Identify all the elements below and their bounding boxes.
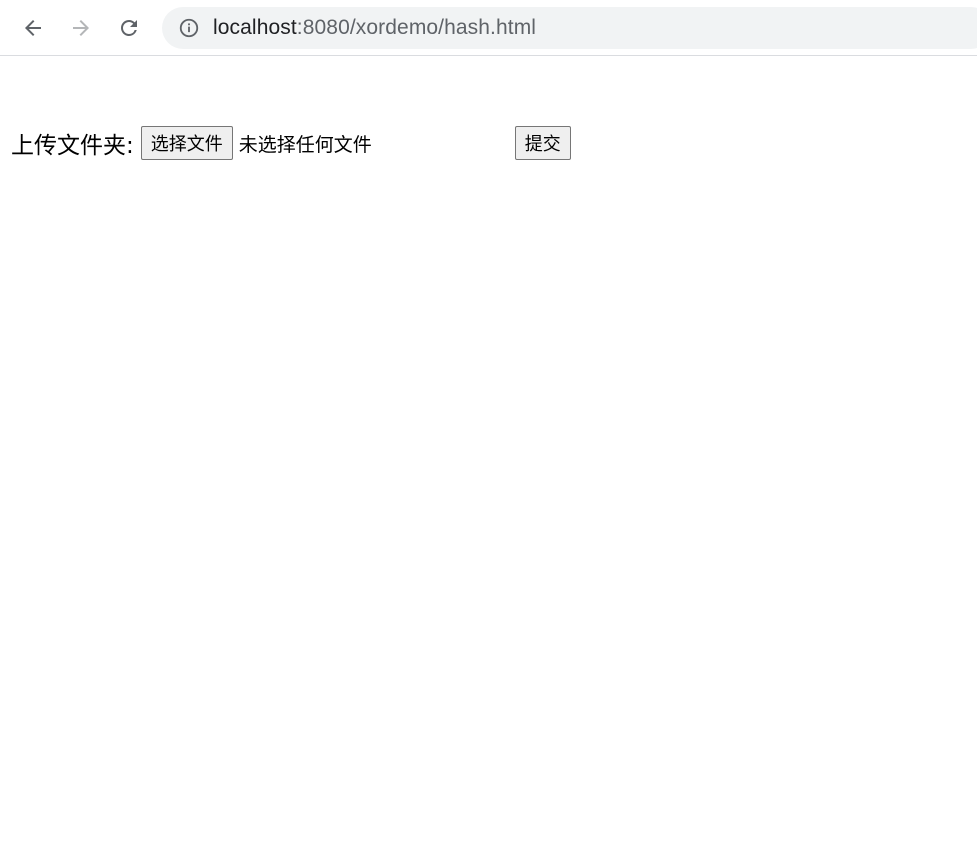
browser-toolbar: localhost:8080/xordemo/hash.html <box>0 0 977 56</box>
url-path: :8080/xordemo/hash.html <box>296 16 537 39</box>
arrow-left-icon <box>21 16 45 40</box>
file-status-text: 未选择任何文件 <box>238 133 372 156</box>
reload-button[interactable] <box>113 12 145 44</box>
address-bar[interactable]: localhost:8080/xordemo/hash.html <box>162 7 977 49</box>
choose-file-button[interactable]: 选择文件 <box>140 126 233 160</box>
info-icon[interactable] <box>177 16 201 40</box>
back-button[interactable] <box>17 12 49 44</box>
upload-form: 上传文件夹: 选择文件 未选择任何文件 提交 <box>11 125 571 161</box>
arrow-right-icon <box>69 16 93 40</box>
url-host: localhost <box>213 16 297 39</box>
url-text[interactable]: localhost:8080/xordemo/hash.html <box>213 16 536 40</box>
forward-button[interactable] <box>65 12 97 44</box>
upload-folder-label: 上传文件夹: <box>11 133 134 159</box>
reload-icon <box>117 16 141 40</box>
submit-button[interactable]: 提交 <box>514 126 571 160</box>
